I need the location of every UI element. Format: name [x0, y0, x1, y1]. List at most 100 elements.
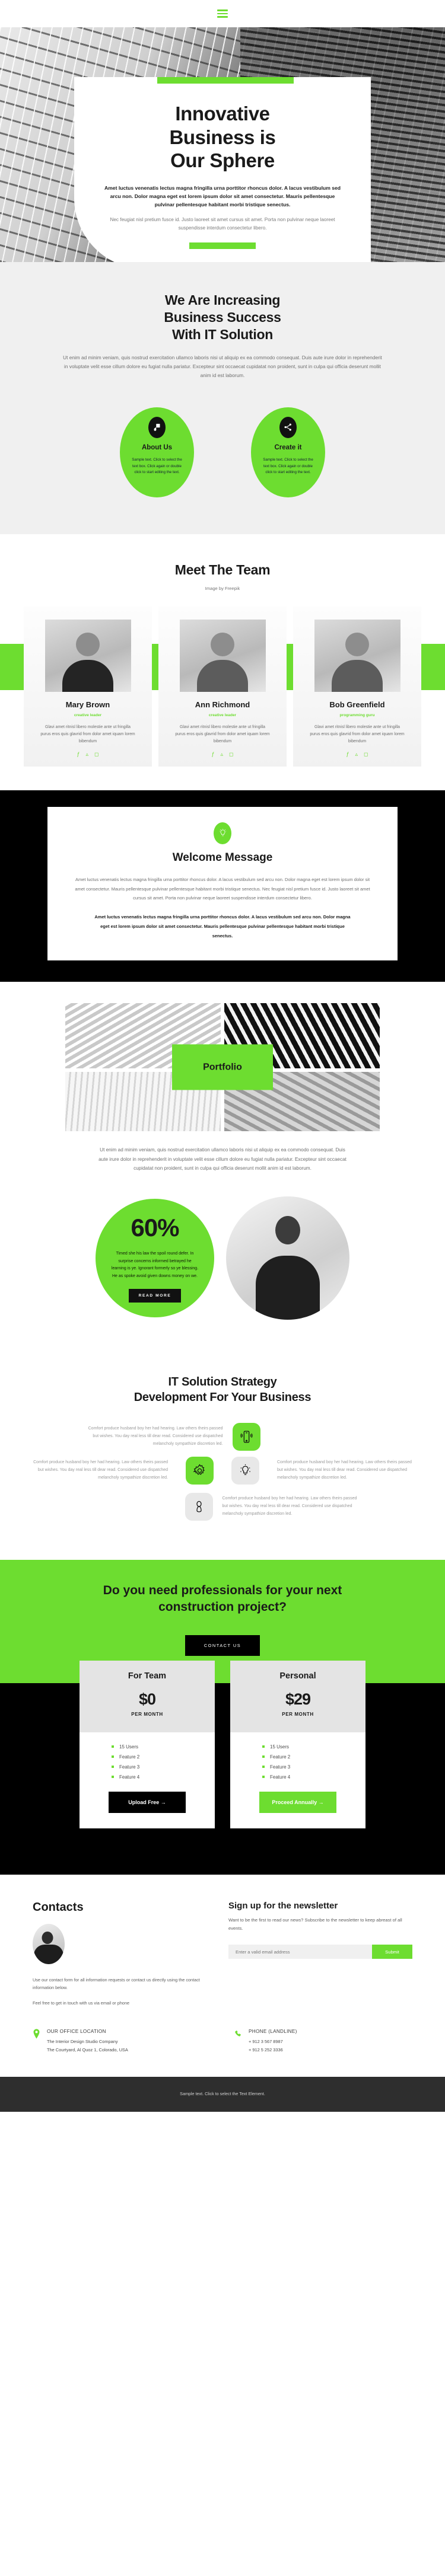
phone-label: PHONE (LANDLINE): [249, 2029, 297, 2035]
team-member-social: ƒ ▵ ◻: [30, 751, 145, 757]
office-location-block: OUR OFFICE LOCATION The Interior Design …: [33, 2029, 211, 2053]
team-title: Meet The Team: [174, 561, 271, 577]
strategy-item-text: Comfort produce husband boy her had hear…: [277, 1460, 412, 1480]
pricing-feature-item: Feature 2: [262, 1754, 333, 1760]
top-navigation-bar: [0, 0, 445, 27]
burger-line: [217, 12, 228, 15]
twitter-icon[interactable]: ▵: [355, 751, 358, 757]
office-location-line-1: The Interior Design Studio Company: [47, 2039, 118, 2045]
avatar: [33, 1923, 65, 1964]
submit-button[interactable]: Submit: [372, 1945, 412, 1959]
increasing-card-about-us[interactable]: About Us Sample text. Click to select th…: [120, 407, 194, 497]
welcome-card: Welcome Message Amet luctus venenatis le…: [47, 806, 398, 961]
bullet-icon: [262, 1755, 265, 1758]
contacts-left-column: Contacts Use our contact form for all in…: [33, 1901, 205, 2008]
pricing-feature-list: 15 Users Feature 2 Feature 3 Feature 4: [262, 1744, 333, 1780]
team-member-card[interactable]: Bob Greenfield programming guru Glavi am…: [293, 606, 421, 767]
mobile-signal-icon: [232, 1422, 260, 1451]
facebook-icon[interactable]: ƒ: [346, 751, 349, 757]
strategy-item-text: Comfort produce husband boy her had hear…: [88, 1426, 223, 1446]
pricing-feature-label: Feature 4: [270, 1774, 291, 1780]
increasing-title-line-1: We Are Increasing: [164, 292, 281, 308]
pricing-card-personal: Personal $29 PER MONTH 15 Users Feature …: [230, 1660, 365, 1828]
contacts-info-row: OUR OFFICE LOCATION The Interior Design …: [33, 2029, 412, 2053]
twitter-icon[interactable]: ▵: [221, 751, 224, 757]
team-member-social: ƒ ▵ ◻: [165, 751, 280, 757]
pricing-feature-item: Feature 4: [262, 1774, 333, 1780]
team-member-photo: [44, 619, 131, 692]
pricing-feature-item: 15 Users: [262, 1744, 333, 1750]
facebook-icon[interactable]: ƒ: [211, 751, 214, 757]
increasing-title-line-3: With IT Solution: [171, 326, 273, 342]
email-field[interactable]: [228, 1945, 372, 1959]
strategy-item[interactable]: Comfort produce husband boy her had hear…: [0, 1422, 364, 1451]
contacts-note-secondary: Feel free to get in touch with us via em…: [33, 2000, 130, 2006]
increasing-card-title: Create it: [274, 443, 302, 451]
layers-icon: [148, 416, 166, 438]
stats-section: 60% Timed she his law the spoil round de…: [0, 1172, 445, 1347]
increasing-title-line-2: Business Success: [164, 309, 281, 325]
team-member-social: ƒ ▵ ◻: [300, 751, 415, 757]
share-nodes-icon: [279, 416, 297, 438]
pricing-card-header: For Team $0 PER MONTH: [80, 1660, 215, 1732]
bullet-icon: [112, 1755, 114, 1758]
page-root: Innovative Business is Our Sphere Amet l…: [0, 0, 445, 2112]
team-member-bio: Glavi amet ritnisl libero molestie ante …: [310, 724, 405, 743]
upload-free-button[interactable]: Upload Free →: [109, 1791, 186, 1813]
twitter-icon[interactable]: ▵: [86, 751, 89, 757]
user-icon: [185, 1492, 213, 1521]
team-member-card[interactable]: Mary Brown creative leader Glavi amet ri…: [24, 606, 152, 767]
office-location-label: OUR OFFICE LOCATION: [47, 2029, 106, 2035]
facebook-icon[interactable]: ƒ: [77, 751, 80, 757]
strategy-title: IT Solution Strategy Development For You…: [0, 1374, 445, 1405]
team-member-role: creative leader: [74, 713, 102, 717]
welcome-paragraph-bold: Amet luctus venenatis lectus magna fring…: [94, 914, 351, 939]
strategy-item[interactable]: Comfort produce husband boy her had hear…: [81, 1492, 445, 1521]
phone-line-1: + 912 3 567 8987: [249, 2039, 283, 2045]
increasing-section: We Are Increasing Business Success With …: [0, 262, 445, 534]
team-member-bio: Glavi amet ritnisl libero molestie ante …: [175, 724, 270, 743]
pricing-feature-label: Feature 3: [270, 1764, 291, 1770]
increasing-card-text: Sample text. Click to select the text bo…: [263, 457, 313, 475]
team-member-photo: [179, 619, 266, 692]
increasing-card-create-it[interactable]: Create it Sample text. Click to select t…: [251, 407, 325, 497]
hero-cta-button[interactable]: [189, 242, 256, 250]
proceed-annually-button[interactable]: Proceed Annually →: [259, 1791, 336, 1813]
increasing-card-title: About Us: [141, 443, 173, 451]
hero-lead-paragraph: Amet luctus venenatis lectus magna fring…: [104, 184, 341, 208]
read-more-button[interactable]: READ MORE: [128, 1288, 182, 1303]
page-title: Innovative Business is Our Sphere: [100, 102, 345, 173]
team-member-name: Mary Brown: [65, 700, 110, 709]
newsletter-title: Sign up for the newsletter: [228, 1900, 338, 1911]
bullet-icon: [262, 1766, 265, 1769]
increasing-title: We Are Increasing Business Success With …: [0, 292, 445, 343]
phone-block: PHONE (LANDLINE) + 912 3 567 8987 + 912 …: [234, 2029, 412, 2053]
team-member-card[interactable]: Ann Richmond creative leader Glavi amet …: [158, 606, 287, 767]
instagram-icon[interactable]: ◻: [229, 751, 233, 757]
pricing-feature-item: Feature 3: [112, 1764, 183, 1770]
burger-line: [217, 9, 228, 11]
team-image-credit: Image by Freepik: [205, 585, 240, 591]
pricing-feature-label: 15 Users: [119, 1744, 139, 1750]
strategy-section: IT Solution Strategy Development For You…: [0, 1346, 445, 1560]
pricing-feature-label: Feature 2: [119, 1754, 140, 1760]
team-row: Mary Brown creative leader Glavi amet ri…: [0, 606, 445, 767]
pricing-feature-list: 15 Users Feature 2 Feature 3 Feature 4: [112, 1744, 183, 1780]
team-member-photo: [314, 619, 401, 692]
hero-title-line-2: Business is: [169, 126, 276, 148]
instagram-icon[interactable]: ◻: [94, 751, 98, 757]
pricing-feature-item: 15 Users: [112, 1744, 183, 1750]
strategy-title-line-1: IT Solution Strategy: [168, 1375, 277, 1388]
welcome-title: Welcome Message: [172, 851, 273, 864]
map-pin-icon: [33, 2029, 40, 2053]
instagram-icon[interactable]: ◻: [364, 751, 368, 757]
bullet-icon: [262, 1745, 265, 1748]
hero-accent-bar: [157, 77, 294, 84]
team-member-name: Ann Richmond: [195, 700, 250, 709]
hero-sub-paragraph: Nec feugiat nisl pretium fusce id. Justo…: [110, 217, 335, 231]
pricing-card-body: 15 Users Feature 2 Feature 3 Feature 4 P…: [230, 1732, 365, 1828]
contact-us-button[interactable]: CONTACT US: [185, 1635, 260, 1656]
hamburger-menu-icon[interactable]: [217, 9, 228, 18]
team-section: Meet The Team Image by Freepik Mary Brow…: [0, 534, 445, 790]
increasing-paragraph: Ut enim ad minim veniam, quis nostrud ex…: [63, 354, 382, 378]
